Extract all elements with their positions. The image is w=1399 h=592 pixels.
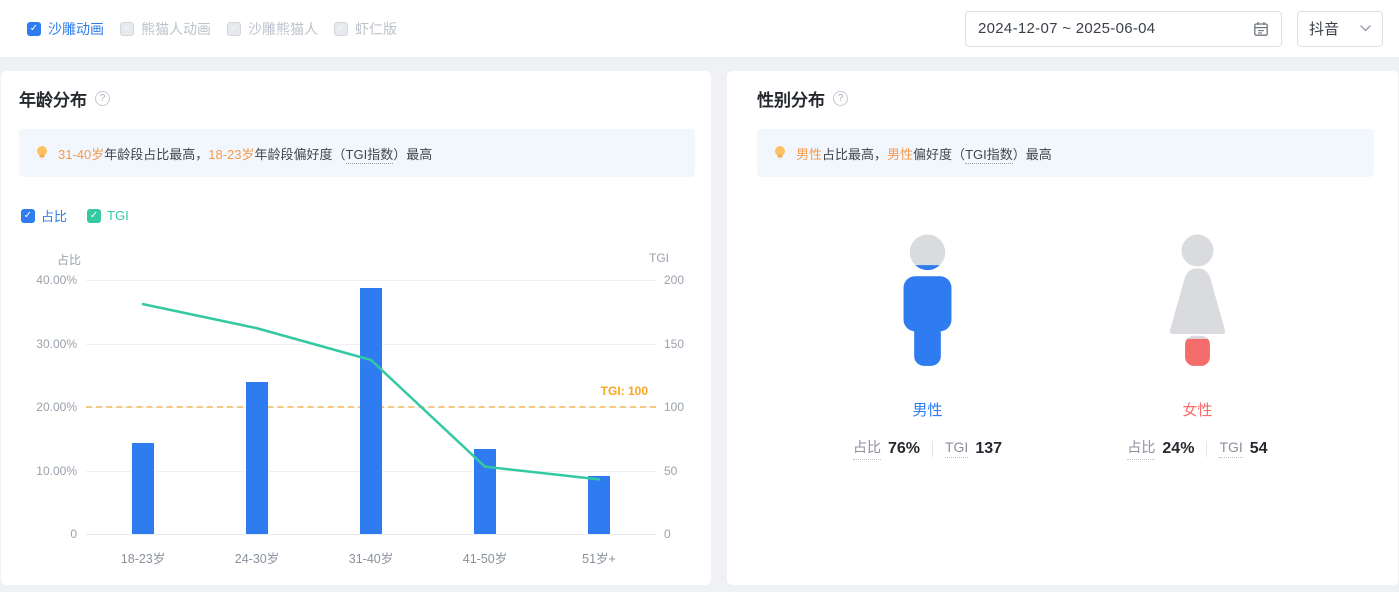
legend-item-占比[interactable]: ✓ 占比 [21,206,67,225]
tgi-value: 54 [1249,439,1268,457]
male-stats: 占比 76% TGI 137 [852,437,1003,460]
bulb-icon [775,146,785,160]
series-tab-group: ✓ 沙雕动画 ✓ 熊猫人动画 ✓ 沙雕熊猫人 ✓ 虾仁版 [27,19,397,39]
age-panel-header: 年龄分布 ? [19,86,110,111]
gender-figures: 男性 占比 76% TGI 137 女性 占比 24% TGI 54 [727,231,1398,460]
series-tab-label: 沙雕熊猫人 [248,20,318,37]
tgi-line [141,302,601,481]
filter-bar-right: 2024-12-07 ~ 2025-06-04 抖音 [965,10,1383,47]
gridline [86,534,656,535]
filter-bar: ✓ 沙雕动画 ✓ 熊猫人动画 ✓ 沙雕熊猫人 ✓ 虾仁版 2024-12-07 ~ 2025-… [0,0,1399,58]
male-label: 男性 [912,402,943,419]
tgi-value: 137 [975,439,1003,457]
series-tab[interactable]: ✓ 沙雕动画 [27,19,104,39]
chevron-down-icon [1360,25,1371,32]
ratio-value: 76% [887,439,920,457]
left-axis-title: 占比 [56,253,81,267]
tgi-label: TGI [944,439,969,458]
gender-distribution-panel: 性别分布 ? 男性占比最高，男性偏好度（TGI指数）最高 男性 占比 76% T… [726,70,1399,586]
chart-legend: ✓ 占比 ✓ TGI [21,206,129,225]
stat-divider [931,440,933,457]
left-axis-tick: 20.00% [36,400,77,414]
age-distribution-panel: 年龄分布 ? 31-40岁年龄段占比最高，18-23岁年龄段偏好度（TGI指数）… [0,70,712,586]
legend-item-TGI[interactable]: ✓ TGI [87,206,129,225]
ratio-label: 占比 [852,437,881,460]
calendar-icon [1254,21,1268,36]
series-tab-label: 虾仁版 [355,20,397,37]
legend-label: TGI [107,208,129,223]
series-tab[interactable]: ✓ 沙雕熊猫人 [227,19,318,39]
stat-divider [1206,440,1208,457]
x-axis-label: 41-50岁 [462,552,508,566]
right-axis-tick: 0 [664,527,671,541]
x-axis-label: 51岁+ [582,552,616,566]
checkbox-icon: ✓ [227,21,241,36]
male-icon [883,231,972,373]
series-tab[interactable]: ✓ 熊猫人动画 [120,19,211,39]
checkbox-icon: ✓ [334,21,348,36]
right-axis-tick: 200 [664,273,685,287]
x-axis-label: 24-30岁 [234,552,280,566]
age-panel-title: 年龄分布 [19,91,87,110]
left-axis-tick: 40.00% [36,273,77,287]
right-axis-tick: 100 [664,400,685,414]
female-stats: 占比 24% TGI 54 [1127,437,1268,460]
checkbox-icon: ✓ [87,208,102,223]
ratio-label: 占比 [1127,437,1156,460]
x-axis-label: 31-40岁 [348,552,394,566]
female-label: 女性 [1182,402,1213,419]
left-axis-tick: 10.00% [36,463,77,478]
left-axis-tick: 30.00% [36,336,77,351]
gender-insight-tip: 男性占比最高，男性偏好度（TGI指数）最高 [757,129,1374,177]
series-tab-label: 沙雕动画 [48,20,104,37]
right-axis-tick: 150 [664,336,685,351]
gender-panel-header: 性别分布 ? [757,86,848,111]
male-column: 男性 占比 76% TGI 137 [838,231,1018,460]
female-column: 女性 占比 24% TGI 54 [1108,231,1288,460]
date-range-value: 2024-12-07 ~ 2025-06-04 [978,20,1156,37]
series-tab[interactable]: ✓ 虾仁版 [334,19,397,39]
right-axis-tick: 50 [664,463,678,478]
help-icon[interactable]: ? [95,91,110,106]
right-axis-title: TGI [649,251,669,265]
help-icon[interactable]: ? [833,91,848,106]
platform-select[interactable]: 抖音 [1297,10,1383,47]
age-insight-tip: 31-40岁年龄段占比最高，18-23岁年龄段偏好度（TGI指数）最高 [19,129,695,177]
legend-label: 占比 [41,209,68,224]
checkbox-icon: ✓ [27,21,41,36]
series-tab-label: 熊猫人动画 [141,20,211,37]
checkbox-icon: ✓ [21,208,35,223]
gender-panel-title: 性别分布 [757,91,825,110]
left-axis-tick: 0 [70,527,77,541]
platform-value: 抖音 [1309,21,1340,38]
age-insight-text: 31-40岁年龄段占比最高，18-23岁年龄段偏好度（TGI指数）最高 [58,146,433,164]
bulb-icon [37,146,47,160]
checkbox-icon: ✓ [120,21,134,36]
tgi-label: TGI [1219,439,1243,458]
gender-insight-text: 男性占比最高，男性偏好度（TGI指数）最高 [796,146,1052,164]
ratio-value: 24% [1162,439,1195,457]
date-range-picker[interactable]: 2024-12-07 ~ 2025-06-04 [965,10,1282,47]
x-axis-label: 18-23岁 [120,552,166,566]
female-icon [1153,231,1242,373]
age-chart-plot[interactable]: TGI: 100 18-23岁 24-30岁 31-40岁 41-50岁 51岁+ [86,280,656,566]
